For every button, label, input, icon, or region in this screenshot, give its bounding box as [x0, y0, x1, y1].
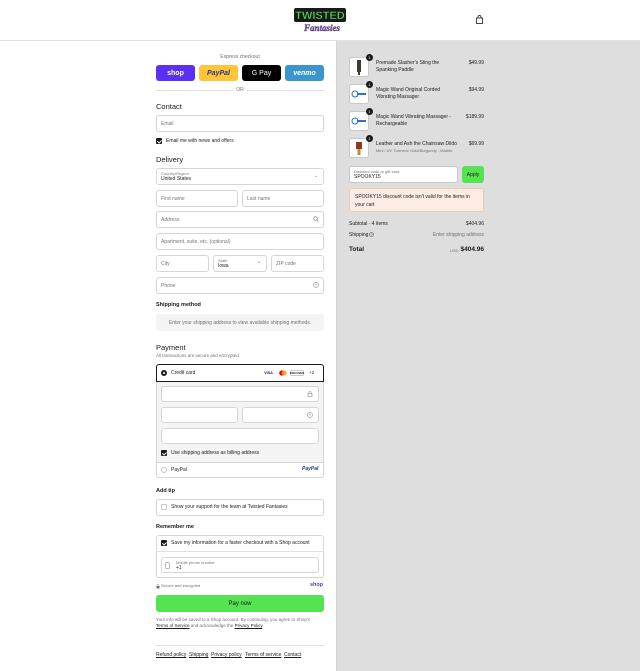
logo-top-text: TWISTED [295, 10, 345, 22]
svg-text:?: ? [371, 233, 373, 237]
subtotal-value: $404.96 [465, 221, 484, 227]
privacy-policy-link[interactable]: Privacy policy [211, 652, 242, 658]
remember-title: Remember me [156, 524, 194, 530]
footer-divider [156, 645, 324, 646]
shop-pay-button[interactable]: shop [156, 65, 195, 81]
billing-label: Use shipping address as billing address [171, 450, 260, 456]
product-image [349, 57, 369, 77]
mobile-phone-icon [165, 562, 170, 571]
news-label: Email me with news and offers [166, 138, 234, 144]
shipping-value: Enter shipping address [432, 232, 484, 238]
discover-icon: DISCOVER [289, 370, 305, 376]
subtotal-label: Subtotal · 4 items [349, 221, 388, 227]
divider [156, 551, 324, 552]
email-field[interactable]: Email [156, 115, 324, 132]
store-logo[interactable]: TWISTED Fantasies [292, 6, 348, 34]
phone-field[interactable]: Phone [156, 277, 324, 294]
item-price: $94.99 [468, 87, 484, 93]
country-select[interactable]: Country/Region United States [156, 168, 324, 185]
apartment-field[interactable]: Apartment, suite, etc. (optional) [156, 233, 324, 250]
zip-field[interactable]: ZIP code [271, 255, 324, 272]
item-price: $69.99 [468, 141, 484, 147]
lock-icon [156, 584, 160, 591]
apply-button[interactable]: Apply [462, 166, 484, 183]
contact-title: Contact [156, 102, 182, 111]
tip-label: Show your support for the team at Twiste… [171, 504, 288, 510]
credit-card-label: Credit card [171, 370, 196, 376]
visa-icon: VISA [264, 371, 273, 375]
product-image [349, 111, 369, 131]
more-cards-label: +2 [309, 370, 315, 375]
tip-title: Add tip [156, 488, 175, 494]
disclaimer: Your info will be saved to a Shop accoun… [156, 617, 311, 628]
chevron-down-icon: ⌄ [257, 259, 262, 265]
card-number-field[interactable] [161, 386, 319, 402]
save-info-label: Save my information for a faster checkou… [171, 540, 310, 546]
order-summary-panel [336, 41, 640, 671]
item-variant: Mini / UV Turmeric Gold/Burgundy - Marbl… [376, 148, 453, 153]
refund-policy-link[interactable]: Refund policy [156, 652, 186, 658]
header: TWISTED Fantasies [0, 0, 640, 41]
product-image [349, 84, 369, 104]
item-price: $49.99 [468, 60, 484, 66]
search-icon [313, 216, 319, 222]
item-price: $189.99 [465, 114, 484, 120]
shipping-method-title: Shipping method [156, 302, 201, 308]
or-label: OR [233, 87, 247, 93]
quantity-badge: 1 [366, 135, 373, 142]
lock-icon [307, 391, 313, 399]
save-info-checkbox[interactable] [161, 540, 167, 546]
chevron-down-icon: ⌄ [314, 173, 319, 179]
product-image [349, 138, 369, 158]
city-field[interactable]: City [156, 255, 209, 272]
terms-of-service-link[interactable]: Terms of service [245, 652, 281, 658]
paypal-button[interactable]: PayPal [199, 65, 238, 81]
shipping-method-message: Enter your shipping address to view avai… [156, 314, 324, 331]
expiration-field[interactable] [161, 407, 238, 423]
quantity-badge: 1 [366, 54, 373, 61]
mastercard-icon [277, 370, 288, 376]
tip-checkbox[interactable] [161, 504, 167, 510]
secure-label: Secure and encrypted [161, 583, 201, 588]
last-name-field[interactable]: Last name [242, 190, 324, 207]
shop-logo-icon: shop [310, 582, 324, 588]
paypal-logo-icon: PayPal [302, 466, 319, 472]
paypal-label: PayPal [171, 467, 187, 473]
help-icon[interactable]: ? [369, 232, 374, 239]
terms-link[interactable]: Terms of Service [156, 623, 190, 628]
privacy-link[interactable]: Privacy Policy [235, 623, 263, 628]
mobile-phone-field[interactable]: Mobile phone number +1 [161, 557, 319, 573]
help-icon[interactable]: ? [313, 282, 319, 288]
payment-title: Payment [156, 343, 186, 352]
total-label: Total [349, 246, 365, 253]
name-on-card-field[interactable] [161, 428, 319, 444]
shipping-link[interactable]: Shipping [189, 652, 208, 658]
credit-card-radio[interactable] [161, 370, 167, 376]
shipping-label: Shipping [349, 232, 369, 238]
shopping-bag-icon[interactable] [475, 15, 484, 24]
venmo-button[interactable]: venmo [285, 65, 324, 81]
contact-link[interactable]: Contact [284, 652, 301, 658]
first-name-field[interactable]: First name [156, 190, 238, 207]
logo-bottom-text: Fantasies [303, 23, 341, 33]
help-icon[interactable]: ? [307, 412, 313, 420]
delivery-title: Delivery [156, 155, 184, 164]
discount-error-message: SPOOKY15 discount code isn't valid for t… [349, 188, 484, 212]
payment-subtitle: All transactions are secure and encrypte… [156, 353, 241, 358]
express-checkout-title: Express checkout [220, 54, 260, 60]
pay-now-button[interactable]: Pay now [156, 595, 324, 612]
discount-code-field[interactable]: Discount code or gift card SPOOKY15 [349, 166, 458, 183]
paypal-radio[interactable] [161, 467, 167, 473]
quantity-badge: 1 [366, 108, 373, 115]
address-field[interactable]: Address [156, 211, 324, 228]
quantity-badge: 1 [366, 81, 373, 88]
news-checkbox[interactable] [156, 138, 162, 144]
total-value: $404.96 [460, 246, 485, 253]
google-pay-button[interactable]: G Pay [242, 65, 281, 81]
billing-checkbox[interactable] [161, 450, 167, 456]
